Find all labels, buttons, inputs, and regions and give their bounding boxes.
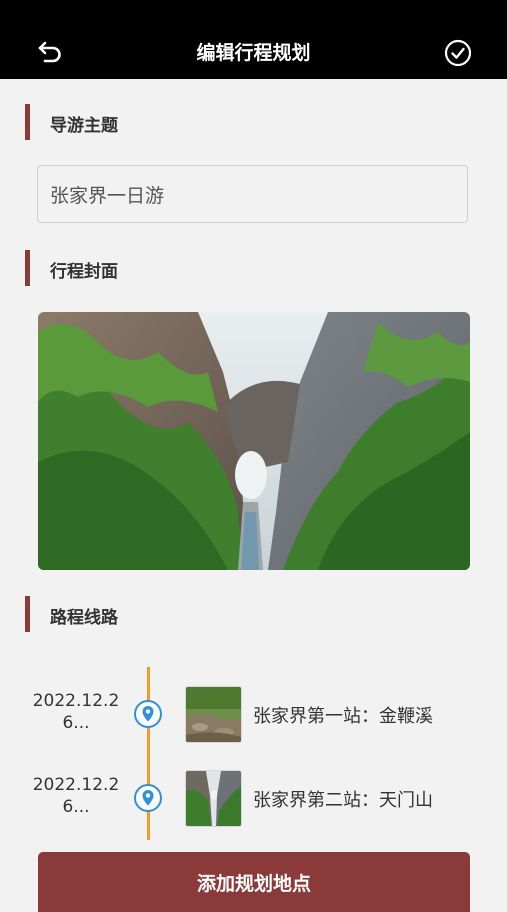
check-circle-icon — [444, 39, 472, 67]
section-label-route: 路程线路 — [50, 608, 118, 628]
stop-date-line2: 6... — [62, 713, 90, 733]
section-accent-bar — [25, 250, 30, 286]
stop-thumbnail — [185, 770, 242, 827]
section-label-theme: 导游主题 — [50, 116, 118, 136]
section-accent-bar — [25, 596, 30, 632]
stop-date-line2: 6... — [62, 797, 90, 817]
location-pin-icon — [134, 784, 162, 812]
stop-date-line1: 2022.12.2 — [32, 775, 120, 795]
confirm-button[interactable] — [443, 38, 473, 68]
section-accent-bar — [25, 104, 30, 140]
stop-date-line1: 2022.12.2 — [32, 691, 120, 711]
top-bar: 编辑行程规划 — [0, 0, 507, 79]
theme-input[interactable] — [37, 165, 468, 223]
page-title: 编辑行程规划 — [196, 42, 311, 64]
stop-date: 2022.12.2 6... — [28, 774, 124, 818]
route-stop[interactable]: 2022.12.2 6... 张家界第一站：金鞭溪 — [0, 686, 507, 746]
stop-thumbnail — [185, 686, 242, 743]
stop-name: 张家界第二站：天门山 — [253, 790, 433, 811]
stream-landscape-image — [186, 687, 241, 742]
stop-name: 张家界第一站：金鞭溪 — [253, 706, 433, 727]
add-location-button[interactable]: 添加规划地点 — [38, 852, 470, 912]
route-stop[interactable]: 2022.12.2 6... 张家界第二站：天门山 — [0, 770, 507, 830]
section-label-cover: 行程封面 — [50, 262, 118, 282]
cover-image[interactable] — [38, 312, 470, 570]
location-pin-icon — [134, 700, 162, 728]
mountain-landscape-image — [38, 312, 470, 570]
mountain-gate-image — [186, 771, 241, 826]
stop-date: 2022.12.2 6... — [28, 690, 124, 734]
